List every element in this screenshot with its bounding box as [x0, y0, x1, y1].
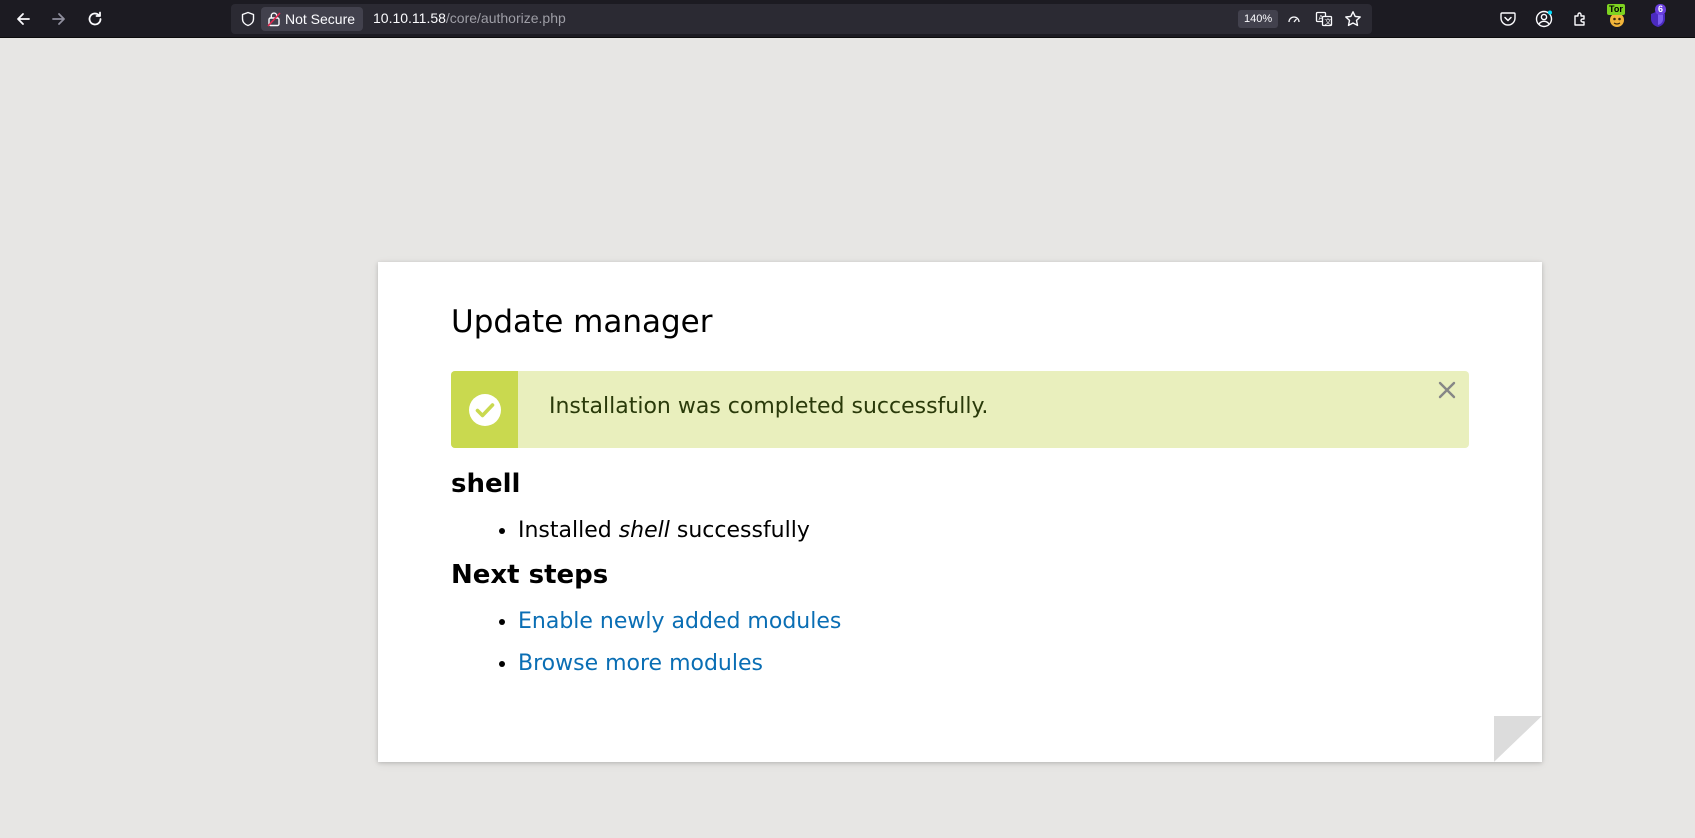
browser-toolbar: Not Secure 10.10.11.58/core/authorize.ph… [0, 0, 1695, 38]
page-title: Update manager [451, 304, 713, 340]
account-icon[interactable] [1533, 8, 1555, 30]
arrow-left-icon [17, 13, 30, 25]
extensions-puzzle-icon[interactable] [1569, 8, 1591, 30]
forward-button[interactable] [45, 5, 73, 33]
translate-icon[interactable]: A文 [1314, 9, 1334, 29]
back-button[interactable] [9, 5, 37, 33]
page-fold-corner [1494, 716, 1542, 762]
url-bar[interactable]: Not Secure 10.10.11.58/core/authorize.ph… [231, 4, 1372, 34]
bookmark-star-icon[interactable] [1343, 9, 1363, 29]
url-path: /core/authorize.php [445, 10, 566, 26]
site-security-indicator[interactable]: Not Secure [261, 7, 364, 31]
module-name: shell [618, 518, 670, 544]
reader-speed-icon[interactable] [1284, 9, 1304, 29]
next-steps-heading: Next steps [451, 559, 609, 590]
content-card: Update manager Installation was complete… [378, 262, 1542, 762]
svg-text:文: 文 [1325, 17, 1332, 26]
not-secure-label: Not Secure [285, 11, 356, 27]
module-section-heading: shell [451, 469, 521, 500]
arrow-right-icon [52, 13, 65, 25]
reload-button[interactable] [81, 5, 109, 33]
tor-badge: Tor [1607, 4, 1625, 15]
status-message: Installation was completed successfully. [451, 371, 1469, 449]
list-item: Enable newly added modules [518, 607, 1469, 637]
reload-icon [88, 11, 102, 26]
url-host: 10.10.11.58 [373, 10, 446, 26]
module-results-list: Installed shell successfully [451, 516, 1469, 546]
check-circle-icon [468, 393, 501, 426]
list-item: Browse more modules [518, 649, 1469, 679]
install-prefix: Installed [518, 518, 619, 544]
svg-text:A: A [1319, 14, 1324, 22]
pocket-icon[interactable] [1497, 8, 1519, 30]
status-message-text: Installation was completed successfully. [549, 394, 989, 420]
dismiss-message-button[interactable] [1434, 377, 1460, 403]
zoom-level-badge[interactable]: 140% [1238, 10, 1279, 28]
enable-modules-link[interactable]: Enable newly added modules [518, 609, 841, 634]
extension-count-badge: 6 [1655, 4, 1667, 15]
status-icon-box [451, 371, 518, 449]
insecure-lock-icon [267, 12, 281, 27]
tracking-protection-shield-icon[interactable] [238, 9, 258, 29]
url-text[interactable]: 10.10.11.58/core/authorize.php [373, 10, 566, 26]
list-item: Installed shell successfully [518, 516, 1469, 546]
next-steps-list: Enable newly added modules Browse more m… [451, 607, 1469, 679]
install-suffix: successfully [669, 518, 810, 544]
browse-modules-link[interactable]: Browse more modules [518, 651, 763, 676]
close-icon [1438, 382, 1456, 399]
